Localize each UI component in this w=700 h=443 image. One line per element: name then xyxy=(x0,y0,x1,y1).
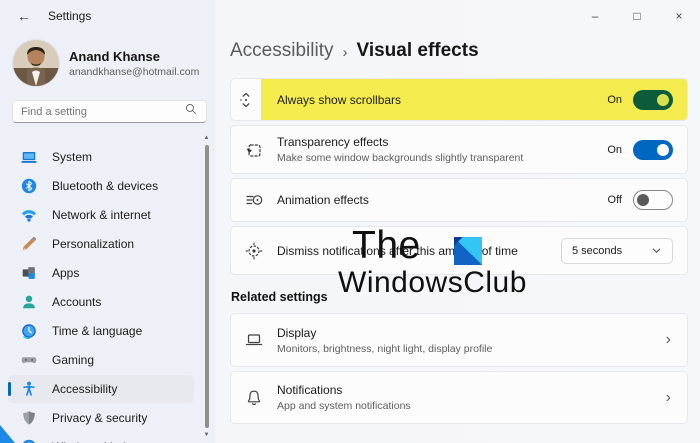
setting-label: Animation effects xyxy=(277,193,369,207)
toggle-state-label: On xyxy=(607,94,622,106)
setting-description: Make some window backgrounds slightly tr… xyxy=(277,152,523,164)
sidebar-item-label: Privacy & security xyxy=(52,411,147,425)
toggle-state-label: Off xyxy=(608,194,622,206)
corner-wedge-decoration xyxy=(0,425,15,443)
setting-label: Transparency effects xyxy=(277,135,523,149)
sidebar-item-windows-update[interactable]: Windows Update xyxy=(8,433,194,443)
sidebar-scrollbar[interactable]: ▲ ▼ xyxy=(202,134,211,439)
sidebar-item-time-language[interactable]: Time & language xyxy=(8,317,194,345)
sidebar-item-accounts[interactable]: Accounts xyxy=(8,288,194,316)
bluetooth-icon xyxy=(20,177,38,195)
related-label: Notifications xyxy=(277,383,411,397)
sidebar-item-personalization[interactable]: Personalization xyxy=(8,230,194,258)
sidebar-item-accessibility[interactable]: Accessibility xyxy=(8,375,194,403)
chevron-right-icon: › xyxy=(666,389,671,407)
minimize-button[interactable]: – xyxy=(574,0,616,32)
highlight-overlay: Always show scrollbars On xyxy=(261,79,687,120)
sidebar-item-privacy[interactable]: Privacy & security xyxy=(8,404,194,432)
animation-setting-icon xyxy=(231,190,277,210)
display-icon xyxy=(231,330,277,350)
search-icon xyxy=(184,102,198,121)
setting-label: Dismiss notifications after this amount … xyxy=(277,244,518,258)
scrollbar-setting-icon xyxy=(231,90,261,110)
titlebar: ← Settings – □ × xyxy=(0,0,700,32)
chevron-down-icon xyxy=(651,245,662,256)
transparency-setting-icon xyxy=(231,140,277,160)
close-button[interactable]: × xyxy=(658,0,700,32)
setting-row-dismiss-notifications[interactable]: Dismiss notifications after this amount … xyxy=(230,226,688,275)
brush-icon xyxy=(20,235,38,253)
dismiss-timeout-select[interactable]: 5 seconds xyxy=(561,238,673,264)
dismiss-timeout-icon xyxy=(231,241,277,261)
clock-icon xyxy=(20,322,38,340)
user-name: Anand Khanse xyxy=(69,49,199,64)
accounts-icon xyxy=(20,293,38,311)
sidebar-item-bluetooth[interactable]: Bluetooth & devices xyxy=(8,172,194,200)
sidebar-item-label: Bluetooth & devices xyxy=(52,179,158,193)
related-row-display[interactable]: Display Monitors, brightness, night ligh… xyxy=(230,313,688,367)
page-title: Visual effects xyxy=(356,40,478,62)
setting-row-always-show-scrollbars[interactable]: Always show scrollbars On xyxy=(230,78,688,121)
bell-icon xyxy=(231,388,277,408)
sidebar-item-system[interactable]: System xyxy=(8,143,194,171)
sidebar-item-label: Network & internet xyxy=(52,208,151,222)
sidebar-item-label: Time & language xyxy=(52,324,142,338)
animation-effects-toggle[interactable] xyxy=(633,190,673,210)
sidebar-item-label: Accounts xyxy=(52,295,101,309)
transparency-effects-toggle[interactable] xyxy=(633,140,673,160)
sidebar-item-label: Gaming xyxy=(52,353,94,367)
window-title: Settings xyxy=(48,9,91,23)
sidebar-item-label: Personalization xyxy=(52,237,134,251)
apps-icon xyxy=(20,264,38,282)
sidebar-nav: System Bluetooth & devices Network & int… xyxy=(0,142,198,443)
accessibility-icon xyxy=(20,380,38,398)
chevron-right-icon: › xyxy=(666,331,671,349)
update-icon xyxy=(20,438,38,443)
selected-option: 5 seconds xyxy=(572,245,622,257)
related-row-notifications[interactable]: Notifications App and system notificatio… xyxy=(230,371,688,424)
sidebar-item-label: System xyxy=(52,150,92,164)
back-button[interactable]: ← xyxy=(8,4,40,28)
related-label: Display xyxy=(277,326,492,340)
maximize-button[interactable]: □ xyxy=(616,0,658,32)
main-content: Accessibility › Visual effects Always sh… xyxy=(230,32,688,424)
sidebar-item-label: Apps xyxy=(52,266,79,280)
scrollbar-thumb[interactable] xyxy=(205,145,209,428)
toggle-state-label: On xyxy=(607,144,622,156)
related-settings-heading: Related settings xyxy=(231,290,688,304)
sidebar-item-network[interactable]: Network & internet xyxy=(8,201,194,229)
always-show-scrollbars-toggle[interactable] xyxy=(633,90,673,110)
gamepad-icon xyxy=(20,351,38,369)
breadcrumb: Accessibility › Visual effects xyxy=(230,40,688,62)
avatar xyxy=(13,40,59,86)
user-profile[interactable]: Anand Khanse anandkhanse@hotmail.com xyxy=(13,40,216,86)
setting-row-animation-effects[interactable]: Animation effects Off xyxy=(230,178,688,222)
sidebar-item-apps[interactable]: Apps xyxy=(8,259,194,287)
system-icon xyxy=(20,148,38,166)
breadcrumb-separator: › xyxy=(342,42,347,61)
sidebar: Anand Khanse anandkhanse@hotmail.com Sys… xyxy=(0,32,216,443)
setting-row-transparency-effects[interactable]: Transparency effects Make some window ba… xyxy=(230,125,688,174)
scrollbar-down-icon[interactable]: ▼ xyxy=(204,431,210,439)
setting-label: Always show scrollbars xyxy=(277,93,401,107)
wifi-icon xyxy=(20,206,38,224)
breadcrumb-accessibility[interactable]: Accessibility xyxy=(230,40,333,62)
search-input[interactable] xyxy=(21,106,184,118)
related-description: Monitors, brightness, night light, displ… xyxy=(277,343,492,355)
settings-window: ← Settings – □ × Anand Khanse xyxy=(0,0,700,443)
scrollbar-up-icon[interactable]: ▲ xyxy=(204,134,210,142)
related-description: App and system notifications xyxy=(277,400,411,412)
sidebar-item-label: Accessibility xyxy=(52,382,117,396)
shield-icon xyxy=(20,409,38,427)
user-email: anandkhanse@hotmail.com xyxy=(69,66,199,78)
search-box[interactable] xyxy=(12,100,207,123)
sidebar-item-gaming[interactable]: Gaming xyxy=(8,346,194,374)
